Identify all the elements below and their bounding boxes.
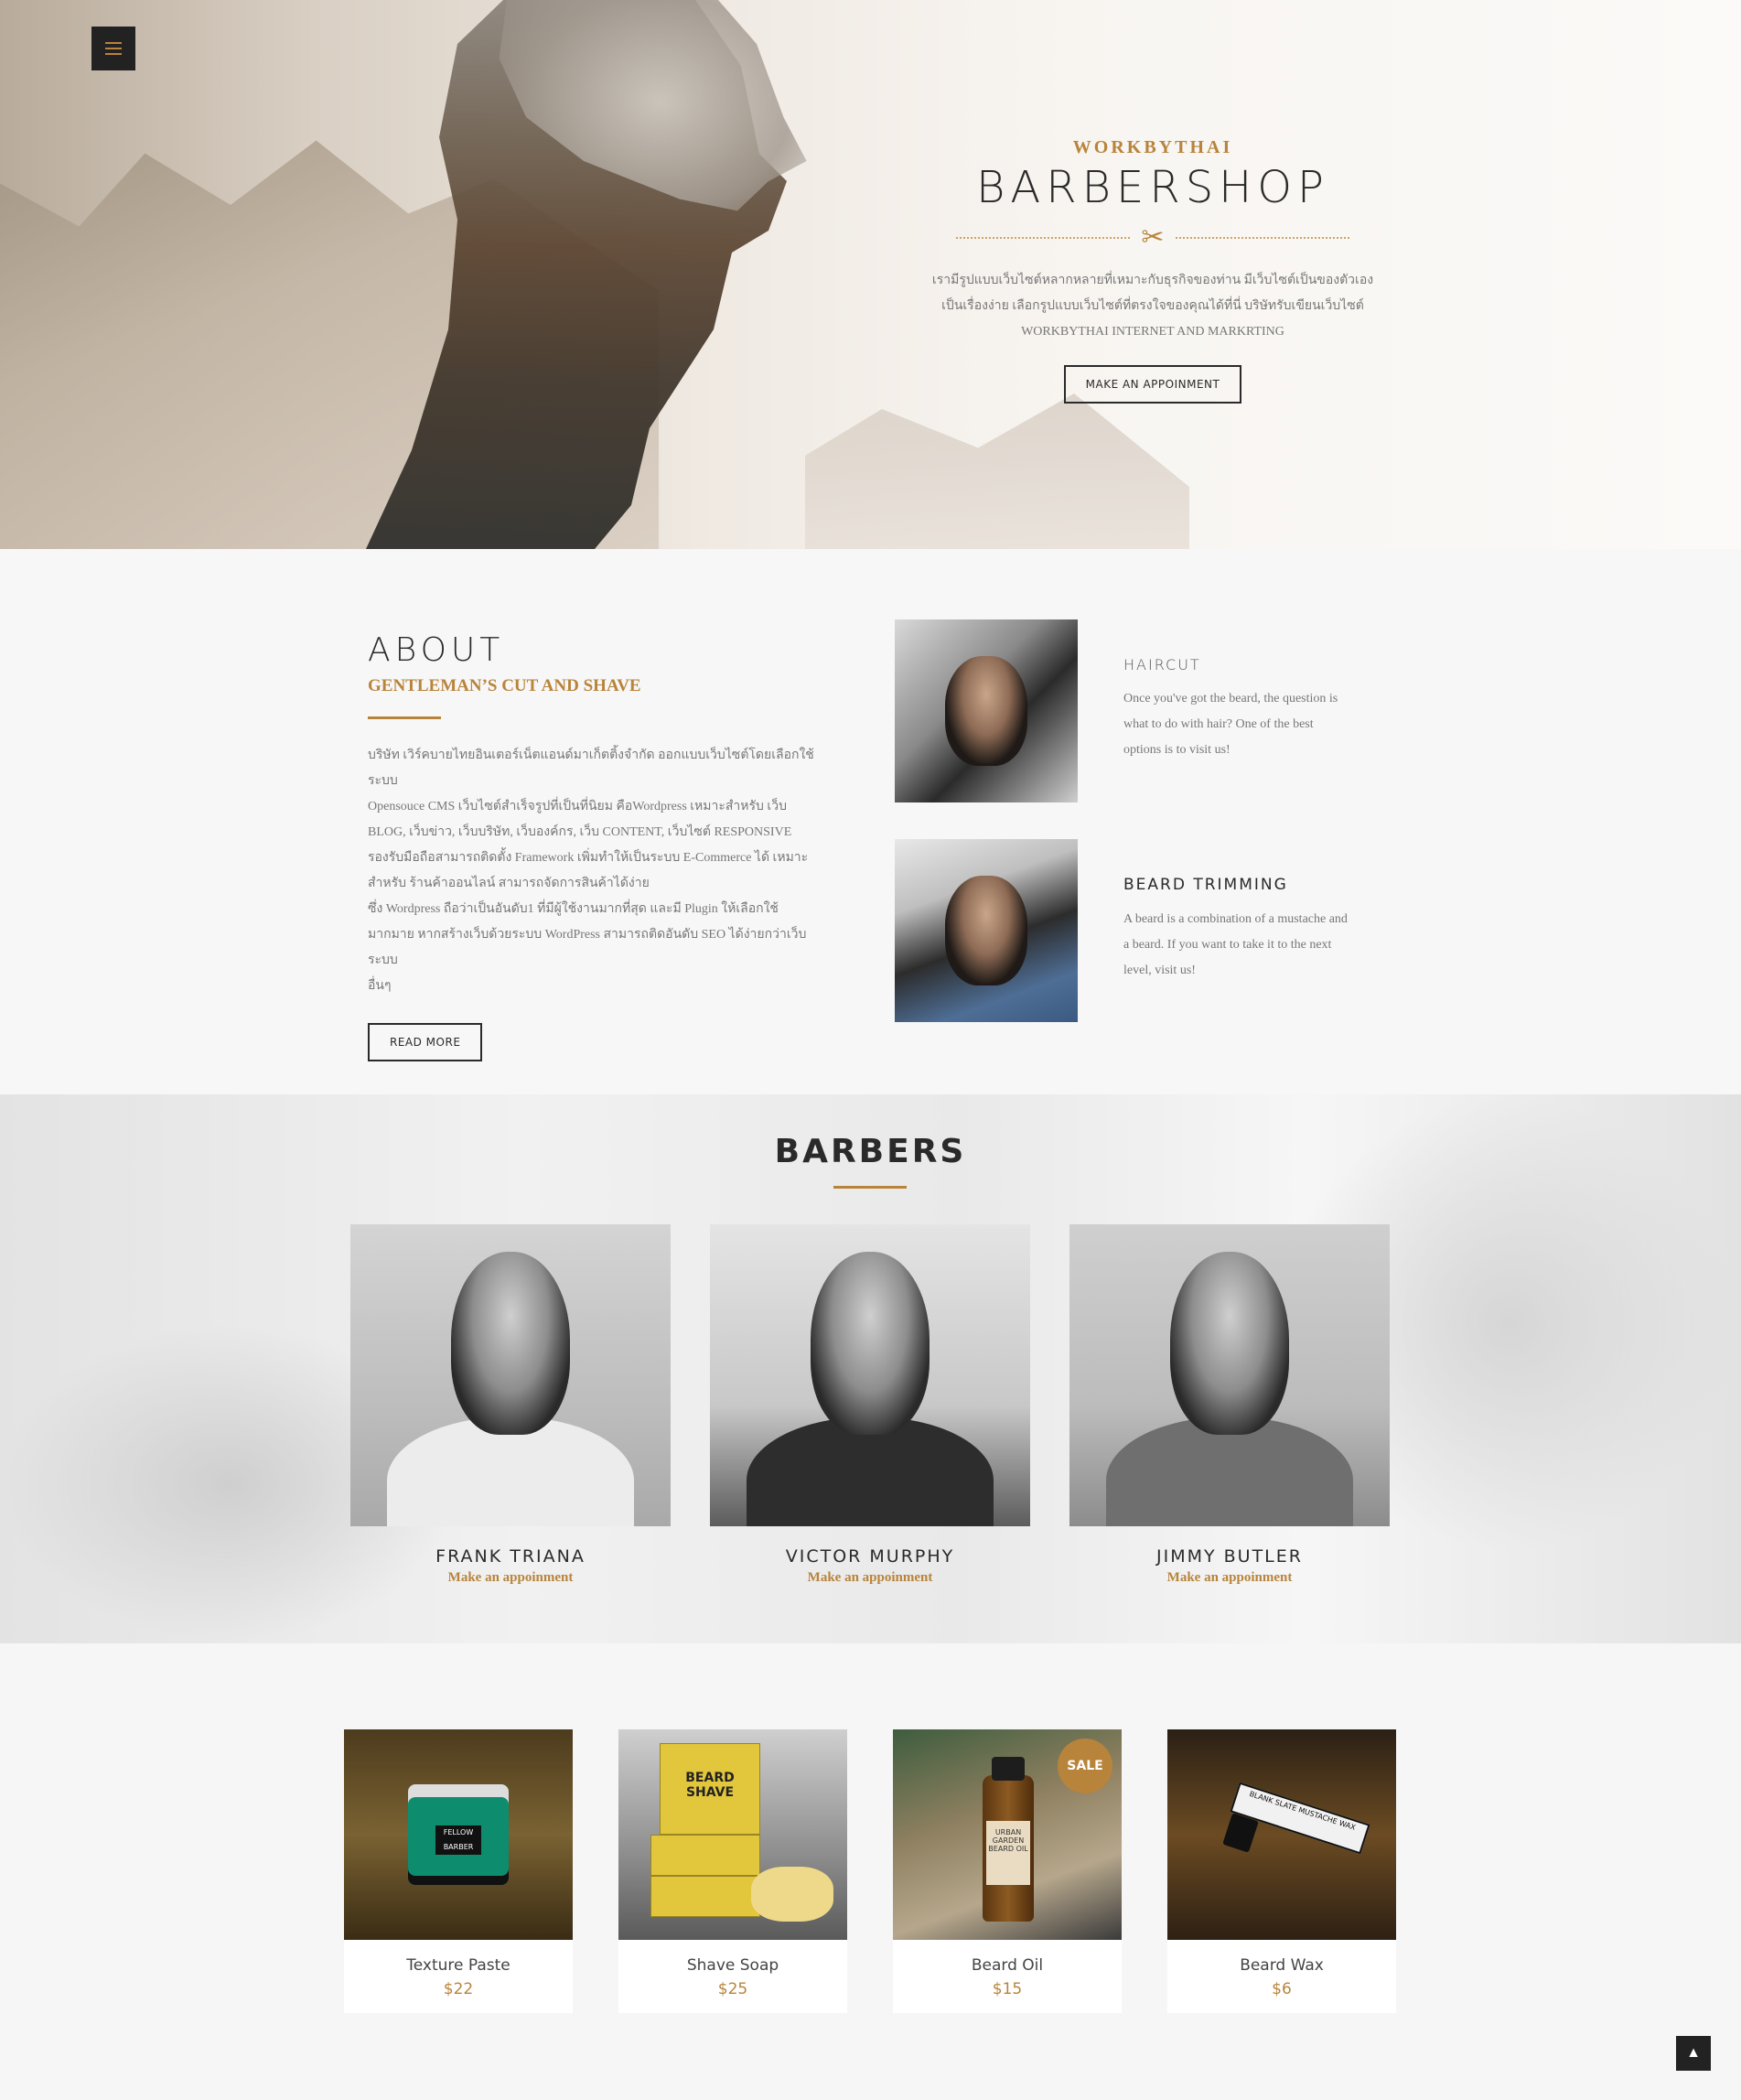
scroll-to-top-button[interactable]: ▲: [1676, 2036, 1711, 2071]
barbers-title: BARBERS: [774, 1133, 967, 1170]
sale-badge: SALE: [1058, 1739, 1112, 1793]
hero-section: WORKBYTHAI BARBERSHOP ✂ เรามีรูปแบบเว็บไ…: [0, 0, 1741, 549]
hero-brand: WORKBYTHAI: [1072, 137, 1233, 157]
hero-mountain-image-right: [805, 393, 1189, 549]
service-beard-trimming: BEARD TRIMMING A beard is a combination …: [895, 839, 1407, 1022]
product-price: $22: [443, 1980, 474, 1998]
product-card[interactable]: BLANK SLATE MUSTACHE WAX Beard Wax $6: [1167, 1729, 1396, 2013]
barber-card: JIMMY BUTLER Make an appoinment: [1069, 1224, 1390, 1586]
haircut-image: [895, 619, 1078, 802]
about-body: บริษัท เวิร์คบายไทยอินเตอร์เน็ตแอนด์มาเก…: [368, 748, 814, 993]
make-appointment-link[interactable]: Make an appoinment: [1069, 1570, 1390, 1586]
barber-photo: [350, 1224, 671, 1526]
service-title: HAIRCUT: [1123, 656, 1201, 673]
make-appointment-button[interactable]: MAKE AN APPOINMENT: [1063, 365, 1242, 404]
beard-trimming-image: [895, 839, 1078, 1022]
service-description: A beard is a combination of a mustache a…: [1123, 912, 1348, 977]
about-title: ABOUT: [368, 631, 505, 669]
service-title: BEARD TRIMMING: [1123, 876, 1288, 894]
product-image: BLANK SLATE MUSTACHE WAX: [1167, 1729, 1396, 1940]
product-image: BEARD SHAVE: [618, 1729, 847, 1940]
about-subtitle: GENTLEMAN’S CUT AND SHAVE: [368, 676, 641, 695]
hero-divider: ✂: [915, 224, 1391, 252]
product-card[interactable]: URBAN GARDEN BEARD OIL SALE Beard Oil $1…: [893, 1729, 1122, 2013]
read-more-button[interactable]: READ MORE: [368, 1023, 483, 1061]
barber-photo: [710, 1224, 1030, 1526]
product-price: $6: [1272, 1980, 1292, 1998]
hero-title: BARBERSHOP: [975, 162, 1329, 213]
hero-description: เรามีรูปแบบเว็บไซต์หลากหลายที่เหมาะกับธุ…: [931, 274, 1374, 339]
chevron-up-icon: ▲: [1686, 2045, 1701, 2061]
barber-card: FRANK TRIANA Make an appoinment: [350, 1224, 671, 1586]
product-card[interactable]: FELLOW BARBER Texture Paste $22: [344, 1729, 573, 2013]
product-image: URBAN GARDEN BEARD OIL SALE: [893, 1729, 1122, 1940]
product-name: Texture Paste: [406, 1956, 510, 1975]
scissors-icon: ✂: [1141, 222, 1165, 253]
product-name: Beard Oil: [971, 1956, 1044, 1975]
about-section: ABOUT GENTLEMAN’S CUT AND SHAVE บริษัท เ…: [0, 549, 1741, 1094]
barber-name: VICTOR MURPHY: [785, 1546, 955, 1567]
product-price: $15: [992, 1980, 1023, 1998]
menu-button[interactable]: [91, 27, 135, 70]
products-section: FELLOW BARBER Texture Paste $22 BEARD SH…: [0, 1643, 1741, 2100]
hero-content: WORKBYTHAI BARBERSHOP ✂ เรามีรูปแบบเว็บไ…: [915, 137, 1391, 404]
barber-photo: [1069, 1224, 1390, 1526]
hamburger-icon: [105, 42, 122, 44]
make-appointment-link[interactable]: Make an appoinment: [710, 1570, 1030, 1586]
service-haircut: HAIRCUT Once you've got the beard, the q…: [895, 619, 1407, 802]
barber-card: VICTOR MURPHY Make an appoinment: [710, 1224, 1030, 1586]
product-price: $25: [717, 1980, 748, 1998]
barbers-section: BARBERS FRANK TRIANA Make an appoinment …: [0, 1094, 1741, 1643]
make-appointment-link[interactable]: Make an appoinment: [350, 1570, 671, 1586]
service-description: Once you've got the beard, the question …: [1123, 692, 1338, 757]
barber-name: FRANK TRIANA: [435, 1546, 586, 1567]
product-card[interactable]: BEARD SHAVE Shave Soap $25: [618, 1729, 847, 2013]
barber-name: JIMMY BUTLER: [1156, 1546, 1303, 1567]
about-divider: [368, 716, 441, 719]
product-image: FELLOW BARBER: [344, 1729, 573, 1940]
about-content: ABOUT GENTLEMAN’S CUT AND SHAVE บริษัท เ…: [368, 631, 825, 1061]
product-name: Beard Wax: [1240, 1956, 1324, 1975]
barbers-divider: [833, 1186, 907, 1189]
product-name: Shave Soap: [686, 1956, 779, 1975]
